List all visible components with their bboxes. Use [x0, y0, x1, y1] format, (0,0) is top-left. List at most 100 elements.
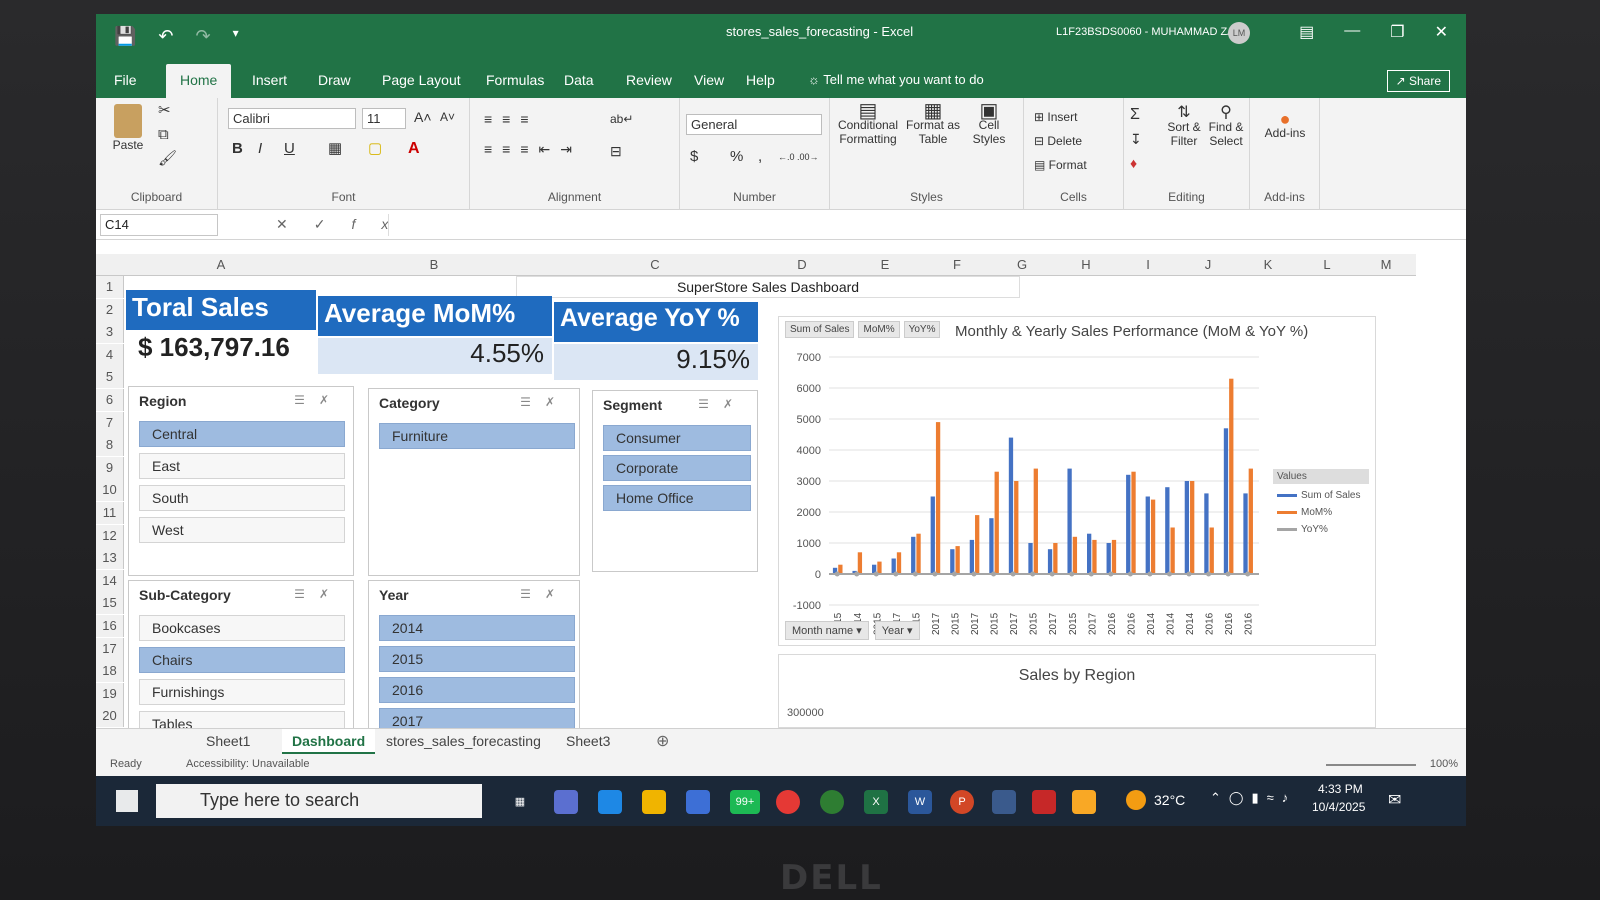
slicer-item[interactable]: Corporate [603, 455, 751, 481]
tab-help[interactable]: Help [746, 72, 775, 88]
addins-button[interactable]: ● Add-ins [1260, 110, 1310, 140]
close-icon[interactable]: ✕ [1435, 22, 1448, 42]
clear-icon[interactable]: ♦ [1130, 156, 1137, 170]
slicer-item[interactable]: West [139, 517, 345, 543]
bar-mom[interactable] [935, 422, 941, 574]
kpi-yoy-value[interactable]: 9.15% [554, 344, 758, 380]
row-header-12[interactable]: 12 [96, 524, 124, 547]
tab-draw[interactable]: Draw [318, 72, 351, 88]
redo-icon[interactable]: ↷ [196, 26, 211, 47]
file-explorer-icon[interactable] [642, 790, 666, 814]
bar-sales[interactable] [911, 536, 916, 574]
select-all-corner[interactable] [96, 254, 126, 276]
conditional-formatting-button[interactable]: ▤ Conditional Formatting [836, 101, 900, 146]
bar-sales[interactable] [989, 518, 994, 574]
bar-mom[interactable] [1072, 536, 1078, 574]
kpi-yoy-label[interactable]: Average YoY % [554, 302, 758, 342]
chart-filter-dropdown[interactable]: Year ▾ [874, 621, 920, 640]
whatsapp-icon[interactable]: 99+ [730, 790, 760, 814]
formula-input[interactable] [388, 214, 1448, 236]
task-view-icon[interactable]: ▦ [508, 790, 532, 814]
bar-sales[interactable] [1028, 543, 1033, 574]
insert-cells-button[interactable]: ⊞ Insert [1034, 110, 1077, 124]
avatar[interactable]: LM [1228, 22, 1250, 44]
merge-center-icon[interactable]: ⊟ [610, 144, 622, 158]
sheet-tab-dashboard[interactable]: Dashboard [282, 729, 376, 755]
bar-mom[interactable] [1092, 539, 1097, 574]
clock-date[interactable]: 10/4/2025 [1312, 800, 1365, 814]
row-header-1[interactable]: 1 [96, 276, 124, 298]
slicer-item[interactable]: East [139, 453, 345, 479]
font-size-box[interactable]: 11 [362, 108, 406, 129]
multi-select-icon[interactable]: ☰ [520, 587, 545, 601]
row-header-16[interactable]: 16 [96, 615, 124, 637]
edge-icon[interactable] [598, 790, 622, 814]
row-header-8[interactable]: 8 [96, 434, 124, 457]
tab-data[interactable]: Data [564, 72, 594, 88]
sheet-tab-sheet1[interactable]: Sheet1 [206, 733, 250, 749]
bar-mom[interactable] [975, 515, 980, 574]
column-header-M[interactable]: M [1356, 254, 1416, 276]
multi-select-icon[interactable]: ☰ [294, 587, 319, 601]
row-header-2[interactable]: 2 [96, 298, 124, 321]
slicer-item[interactable]: South [139, 485, 345, 511]
bar-mom[interactable] [1150, 499, 1156, 574]
bar-mom[interactable] [1170, 527, 1175, 575]
tray-icons[interactable]: ⌃◯▮≈♪ [1210, 790, 1296, 806]
comma-button[interactable]: , [758, 149, 762, 164]
tab-insert[interactable]: Insert [252, 72, 287, 88]
shrink-font-icon[interactable]: A˅ [440, 110, 455, 124]
save-icon[interactable]: 💾 [114, 26, 136, 47]
multi-select-icon[interactable]: ☰ [294, 393, 319, 407]
clear-filter-icon[interactable]: ✗ [319, 587, 343, 601]
font-name-box[interactable]: Calibri [228, 108, 356, 129]
zoom-level[interactable]: 100% [1430, 758, 1458, 770]
column-header-F[interactable]: F [924, 254, 990, 276]
format-painter-icon[interactable]: 🖌 [158, 151, 177, 166]
tab-review[interactable]: Review [626, 72, 672, 88]
currency-button[interactable]: $ [690, 149, 698, 164]
bar-mom[interactable] [896, 552, 902, 574]
bar-sales[interactable] [1145, 496, 1150, 575]
sales-by-region-chart[interactable]: Sales by Region 300000 [778, 654, 1376, 728]
bar-mom[interactable] [857, 552, 863, 574]
kpi-total-sales-value[interactable]: $ 163,797.16 [126, 332, 316, 368]
bar-sales[interactable] [1087, 533, 1092, 574]
bar-sales[interactable] [930, 496, 935, 575]
column-header-I[interactable]: I [1118, 254, 1178, 276]
undo-icon[interactable]: ↶ [158, 26, 173, 47]
column-header-G[interactable]: G [990, 254, 1054, 276]
legend-entry[interactable]: YoY% [1277, 524, 1365, 535]
align-left-icons[interactable]: ≡≡≡⇤⇥ [484, 142, 582, 156]
autosum-icon[interactable]: Σ [1130, 107, 1140, 123]
column-header-J[interactable]: J [1178, 254, 1238, 276]
tab-home[interactable]: Home [166, 64, 232, 98]
tell-me-box[interactable]: ☼ Tell me what you want to do [808, 72, 984, 87]
row-header-14[interactable]: 14 [96, 569, 124, 592]
tab-page-layout[interactable]: Page Layout [382, 72, 461, 88]
bar-sales[interactable] [1223, 428, 1229, 574]
temperature[interactable]: 32°C [1154, 792, 1185, 808]
bar-mom[interactable] [955, 546, 960, 574]
column-header-D[interactable]: D [758, 254, 846, 276]
minimize-icon[interactable]: — [1344, 22, 1360, 42]
cut-icon[interactable]: ✂ [158, 103, 171, 118]
align-top-icons[interactable]: ≡≡≡ [484, 112, 539, 126]
row-header-20[interactable]: 20 [96, 705, 124, 728]
bar-sales[interactable] [950, 549, 955, 574]
bar-mom[interactable] [916, 533, 921, 574]
share-button[interactable]: ↗ Share [1386, 70, 1450, 92]
row-header-19[interactable]: 19 [96, 682, 124, 705]
accessibility-status[interactable]: Accessibility: Unavailable [186, 758, 310, 770]
chrome-icon[interactable] [776, 790, 800, 814]
word-icon[interactable]: W [908, 790, 932, 814]
clear-filter-icon[interactable]: ✗ [545, 395, 569, 409]
column-header-H[interactable]: H [1054, 254, 1118, 276]
bar-sales[interactable] [1106, 543, 1111, 574]
column-header-E[interactable]: E [846, 254, 924, 276]
bar-sales[interactable] [1184, 481, 1190, 574]
name-box[interactable]: C14 [100, 214, 218, 236]
powerpoint-icon[interactable]: P [950, 790, 974, 814]
number-format-box[interactable]: General [686, 114, 822, 135]
find-select-button[interactable]: ⚲ Find & Select [1206, 105, 1246, 149]
